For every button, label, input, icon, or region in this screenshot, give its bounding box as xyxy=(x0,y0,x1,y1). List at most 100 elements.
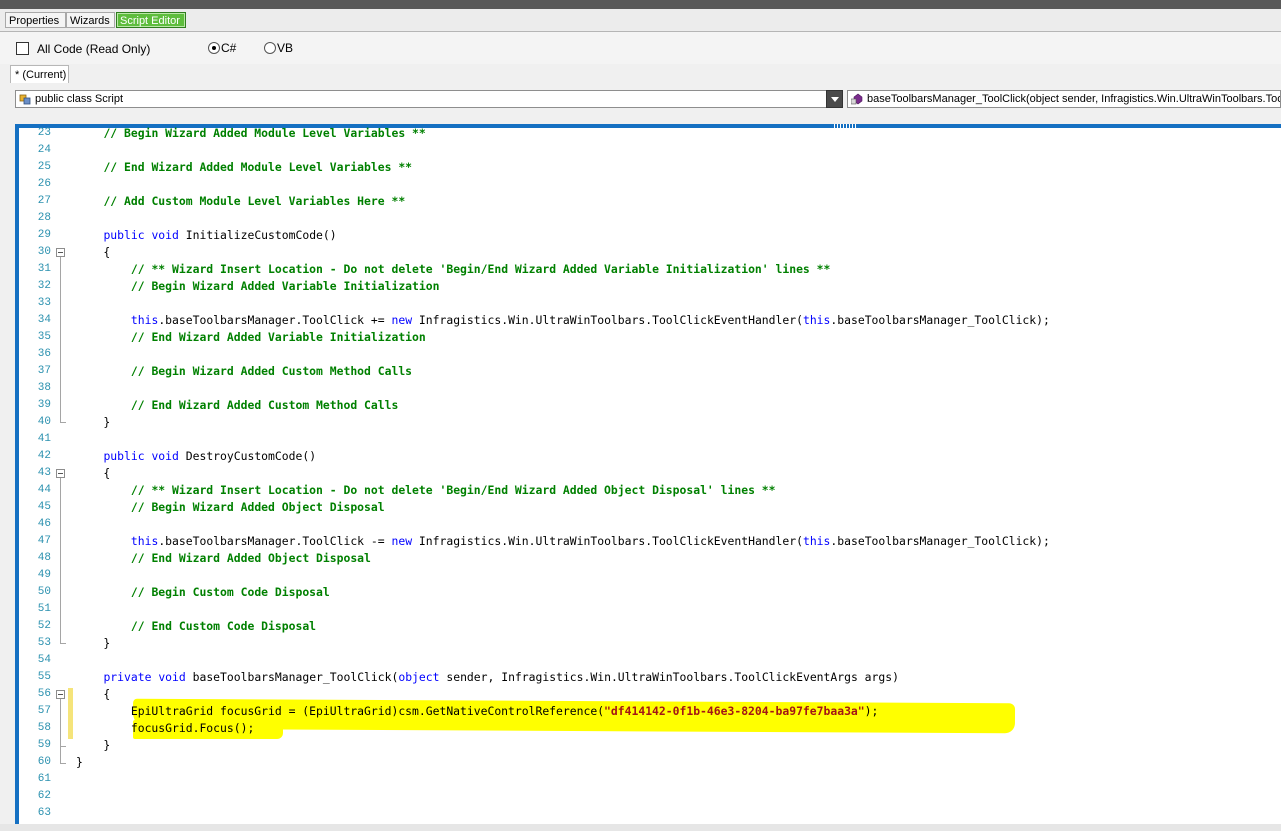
line-number: 60 xyxy=(37,756,51,768)
editor-splitter-handle[interactable] xyxy=(834,124,858,128)
fold-end xyxy=(60,422,66,423)
code-line[interactable]: public void DestroyCustomCode() xyxy=(76,448,316,465)
line-number: 55 xyxy=(37,671,51,683)
line-number: 23 xyxy=(37,127,51,139)
code-line[interactable]: // End Wizard Added Module Level Variabl… xyxy=(76,159,412,176)
code-line[interactable]: private void baseToolbarsManager_ToolCli… xyxy=(76,669,899,686)
code-line[interactable]: } xyxy=(76,635,110,652)
code-line[interactable]: } xyxy=(76,737,110,754)
code-line[interactable]: // ** Wizard Insert Location - Do not de… xyxy=(76,261,831,278)
fold-guide xyxy=(60,257,61,422)
bottom-band xyxy=(0,824,1281,831)
line-number: 51 xyxy=(37,603,51,615)
line-number: 49 xyxy=(37,569,51,581)
code-line[interactable]: EpiUltraGrid focusGrid = (EpiUltraGrid)c… xyxy=(76,703,879,720)
class-combo[interactable]: public class Script xyxy=(15,90,827,108)
line-number: 40 xyxy=(37,416,51,428)
line-number: 25 xyxy=(37,161,51,173)
fold-toggle-icon[interactable] xyxy=(56,469,65,478)
fold-end xyxy=(60,746,66,747)
window-top-bar xyxy=(0,0,1281,9)
line-number: 59 xyxy=(37,739,51,751)
line-number: 35 xyxy=(37,331,51,343)
line-number: 31 xyxy=(37,263,51,275)
private-method-icon xyxy=(851,93,863,105)
line-number: 58 xyxy=(37,722,51,734)
fold-guide xyxy=(60,478,61,643)
line-number: 36 xyxy=(37,348,51,360)
tab-script-editor[interactable]: Script Editor xyxy=(116,12,186,28)
line-number: 47 xyxy=(37,535,51,547)
all-code-label: All Code (Read Only) xyxy=(37,42,151,56)
code-line[interactable]: // End Wizard Added Object Disposal xyxy=(76,550,371,567)
line-number: 41 xyxy=(37,433,51,445)
options-row: All Code (Read Only) C# VB xyxy=(0,32,1281,64)
line-number: 57 xyxy=(37,705,51,717)
line-number: 26 xyxy=(37,178,51,190)
line-number: 34 xyxy=(37,314,51,326)
code-line[interactable]: { xyxy=(76,465,110,482)
csharp-label: C# xyxy=(221,41,237,55)
code-line[interactable]: { xyxy=(76,686,110,703)
line-number: 63 xyxy=(37,807,51,819)
code-line[interactable]: this.baseToolbarsManager.ToolClick -= ne… xyxy=(76,533,1050,550)
line-number: 32 xyxy=(37,280,51,292)
line-number: 38 xyxy=(37,382,51,394)
line-number: 50 xyxy=(37,586,51,598)
line-number: 29 xyxy=(37,229,51,241)
line-number: 37 xyxy=(37,365,51,377)
class-combo-dropdown-button[interactable] xyxy=(826,90,843,108)
tab-wizards[interactable]: Wizards xyxy=(66,12,115,28)
code-line[interactable]: } xyxy=(76,414,110,431)
fold-toggle-icon[interactable] xyxy=(56,248,65,257)
csharp-radio[interactable] xyxy=(208,42,220,54)
code-line[interactable]: // Begin Wizard Added Module Level Varia… xyxy=(76,125,425,142)
class-combo-value: public class Script xyxy=(35,93,124,105)
code-line[interactable]: // End Wizard Added Variable Initializat… xyxy=(76,329,426,346)
line-number: 54 xyxy=(37,654,51,666)
line-number: 62 xyxy=(37,790,51,802)
code-line[interactable]: // Begin Custom Code Disposal xyxy=(76,584,330,601)
line-number: 30 xyxy=(37,246,51,258)
code-line[interactable]: // ** Wizard Insert Location - Do not de… xyxy=(76,482,776,499)
code-line[interactable]: } xyxy=(76,754,83,771)
code-line[interactable]: focusGrid.Focus(); xyxy=(76,720,254,737)
code-line[interactable]: // Begin Wizard Added Object Disposal xyxy=(76,499,385,516)
member-combo[interactable]: baseToolbarsManager_ToolClick(object sen… xyxy=(847,90,1281,108)
line-number: 46 xyxy=(37,518,51,530)
line-number: 28 xyxy=(37,212,51,224)
tab-properties[interactable]: Properties xyxy=(5,12,66,28)
line-number: 33 xyxy=(37,297,51,309)
line-number: 53 xyxy=(37,637,51,649)
editor-left-margin xyxy=(0,124,15,824)
fold-guide xyxy=(60,699,61,763)
code-line[interactable]: // Begin Wizard Added Custom Method Call… xyxy=(76,363,412,380)
tab-current[interactable]: * (Current) xyxy=(10,65,69,83)
vb-label: VB xyxy=(277,41,294,55)
class-icon xyxy=(19,94,31,105)
code-line[interactable]: // End Wizard Added Custom Method Calls xyxy=(76,397,398,414)
line-number: 43 xyxy=(37,467,51,479)
code-line[interactable]: public void InitializeCustomCode() xyxy=(76,227,336,244)
code-line[interactable]: // End Custom Code Disposal xyxy=(76,618,316,635)
code-line[interactable]: // Begin Wizard Added Variable Initializ… xyxy=(76,278,440,295)
changed-lines-marker xyxy=(68,688,73,739)
line-number: 42 xyxy=(37,450,51,462)
fold-end xyxy=(60,763,66,764)
line-number: 27 xyxy=(37,195,51,207)
code-line[interactable]: { xyxy=(76,244,110,261)
line-number: 61 xyxy=(37,773,51,785)
fold-end xyxy=(60,643,66,644)
line-number: 24 xyxy=(37,144,51,156)
code-line[interactable]: this.baseToolbarsManager.ToolClick += ne… xyxy=(76,312,1050,329)
line-number: 48 xyxy=(37,552,51,564)
line-number: 45 xyxy=(37,501,51,513)
all-code-checkbox[interactable] xyxy=(16,42,29,55)
vb-radio[interactable] xyxy=(264,42,276,54)
member-combo-value: baseToolbarsManager_ToolClick(object sen… xyxy=(867,93,1280,105)
code-line[interactable]: // Add Custom Module Level Variables Her… xyxy=(76,193,405,210)
tab-strip: Properties Wizards Script Editor xyxy=(0,9,1281,32)
fold-toggle-icon[interactable] xyxy=(56,690,65,699)
line-number: 39 xyxy=(37,399,51,411)
line-number: 52 xyxy=(37,620,51,632)
